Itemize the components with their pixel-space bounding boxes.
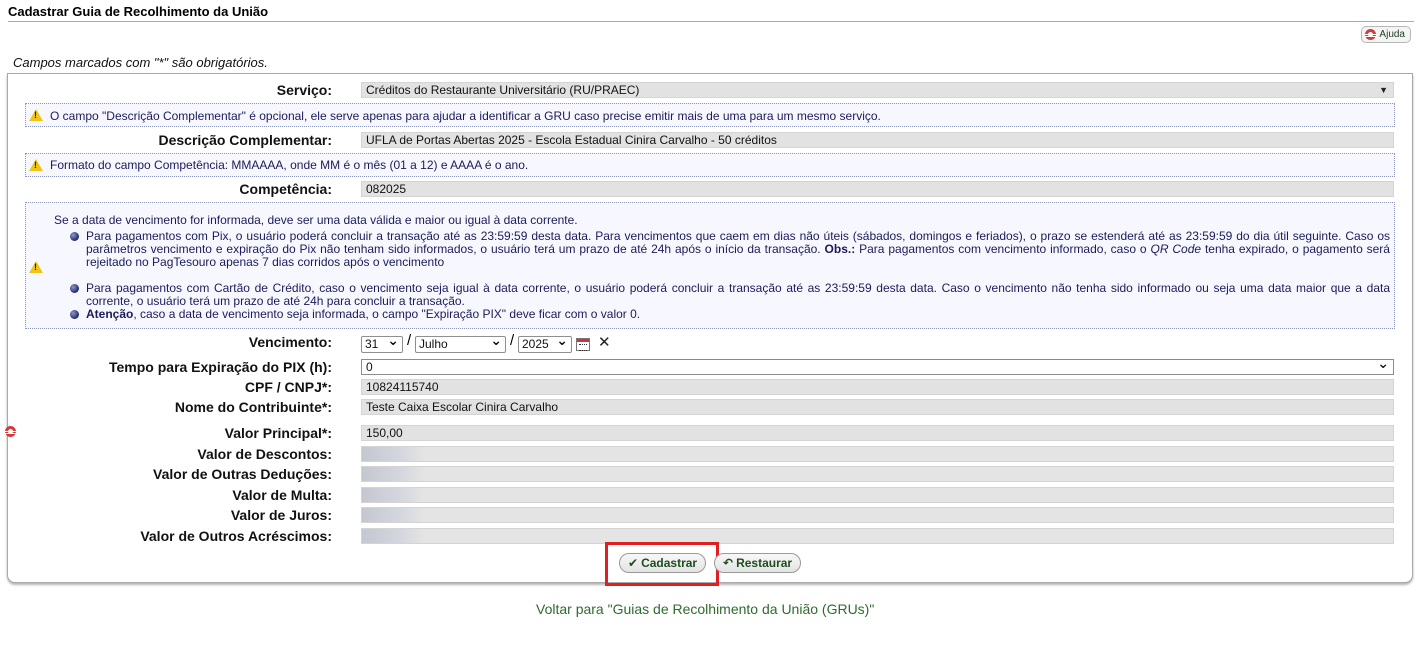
vencimento-rules-list: Para pagamentos com Pix, o usuário poder… bbox=[70, 230, 1390, 321]
warning-icon bbox=[29, 109, 43, 121]
valor-outros-acrescimos-label: Valor de Outros Acréscimos: bbox=[140, 528, 332, 544]
back-to-grus-link[interactable]: Voltar para "Guias de Recolhimento da Un… bbox=[536, 601, 874, 617]
info-vencimento-box: Se a data de vencimento for informada, d… bbox=[25, 202, 1395, 329]
lifebuoy-icon[interactable] bbox=[5, 426, 16, 437]
valor-juros-input[interactable] bbox=[361, 507, 1394, 523]
clear-date-icon[interactable]: ✕ bbox=[598, 333, 611, 351]
expiracao-pix-select[interactable]: 0 bbox=[361, 359, 1394, 375]
vencimento-label: Vencimento: bbox=[248, 334, 332, 350]
nome-contribuinte-input[interactable]: Teste Caixa Escolar Cinira Carvalho bbox=[361, 399, 1394, 415]
descricao-label: Descrição Complementar: bbox=[158, 132, 332, 148]
valor-descontos-label: Valor de Descontos: bbox=[197, 446, 332, 462]
check-icon: ✔ bbox=[628, 556, 639, 570]
descricao-input[interactable]: UFLA de Portas Abertas 2025 - Escola Est… bbox=[361, 132, 1394, 148]
info-competencia-text: Formato do campo Competência: MMAAAA, on… bbox=[50, 158, 529, 172]
rule-atencao: Atenção, caso a data de vencimento seja … bbox=[70, 308, 1390, 321]
rule-pix: Para pagamentos com Pix, o usuário poder… bbox=[70, 230, 1390, 269]
restaurar-label: Restaurar bbox=[736, 556, 793, 570]
vencimento-month-select[interactable]: Julho bbox=[415, 333, 506, 353]
servico-label: Serviço: bbox=[276, 82, 332, 98]
competencia-input[interactable]: 082025 bbox=[361, 181, 1394, 197]
help-label: Ajuda bbox=[1379, 29, 1405, 40]
servico-select[interactable]: Créditos do Restaurante Universitário (R… bbox=[361, 82, 1394, 98]
rule-cartao: Para pagamentos com Cartão de Crédito, c… bbox=[70, 282, 1390, 308]
valor-outras-deducoes-label: Valor de Outras Deduções: bbox=[153, 466, 332, 482]
expiracao-pix-label: Tempo para Expiração do PIX (h): bbox=[108, 359, 332, 375]
warning-icon bbox=[29, 159, 43, 171]
valor-principal-input[interactable]: 150,00 bbox=[361, 425, 1394, 441]
vencimento-intro: Se a data de vencimento for informada, d… bbox=[54, 213, 578, 227]
gru-form-panel: Serviço: Créditos do Restaurante Univers… bbox=[7, 73, 1413, 586]
valor-multa-label: Valor de Multa: bbox=[232, 487, 332, 503]
nome-contribuinte-label: Nome do Contribuinte*: bbox=[174, 399, 332, 415]
warning-icon bbox=[29, 261, 43, 273]
required-fields-note: Campos marcados com "*" são obrigatórios… bbox=[13, 55, 268, 70]
valor-principal-label: Valor Principal*: bbox=[224, 425, 332, 441]
vencimento-year-select[interactable]: 2025 bbox=[518, 333, 572, 353]
valor-descontos-input[interactable] bbox=[361, 446, 1394, 462]
date-separator: / bbox=[510, 332, 515, 349]
help-button[interactable]: Ajuda bbox=[1361, 26, 1411, 43]
valor-multa-input[interactable] bbox=[361, 487, 1394, 503]
valor-juros-label: Valor de Juros: bbox=[230, 507, 332, 523]
page-title: Cadastrar Guia de Recolhimento da União bbox=[8, 4, 1414, 22]
cpf-cnpj-label: CPF / CNPJ*: bbox=[244, 379, 332, 395]
info-descricao-box: O campo "Descrição Complementar" é opcio… bbox=[25, 103, 1395, 127]
info-descricao-text: O campo "Descrição Complementar" é opcio… bbox=[50, 109, 881, 123]
info-competencia-box: Formato do campo Competência: MMAAAA, on… bbox=[25, 153, 1395, 177]
cadastrar-button[interactable]: ✔ Cadastrar bbox=[619, 553, 707, 573]
valor-outras-deducoes-input[interactable] bbox=[361, 466, 1394, 482]
lifebuoy-icon bbox=[1365, 29, 1377, 40]
cpf-cnpj-input[interactable]: 10824115740 bbox=[361, 379, 1394, 395]
vencimento-day-select[interactable]: 31 bbox=[361, 333, 403, 353]
valor-outros-acrescimos-input[interactable] bbox=[361, 528, 1394, 544]
calendar-icon[interactable] bbox=[576, 338, 590, 351]
cadastrar-label: Cadastrar bbox=[641, 556, 698, 570]
date-separator: / bbox=[407, 332, 412, 349]
restaurar-button[interactable]: ↶ Restaurar bbox=[714, 553, 802, 573]
undo-icon: ↶ bbox=[723, 556, 734, 570]
competencia-label: Competência: bbox=[239, 181, 332, 197]
